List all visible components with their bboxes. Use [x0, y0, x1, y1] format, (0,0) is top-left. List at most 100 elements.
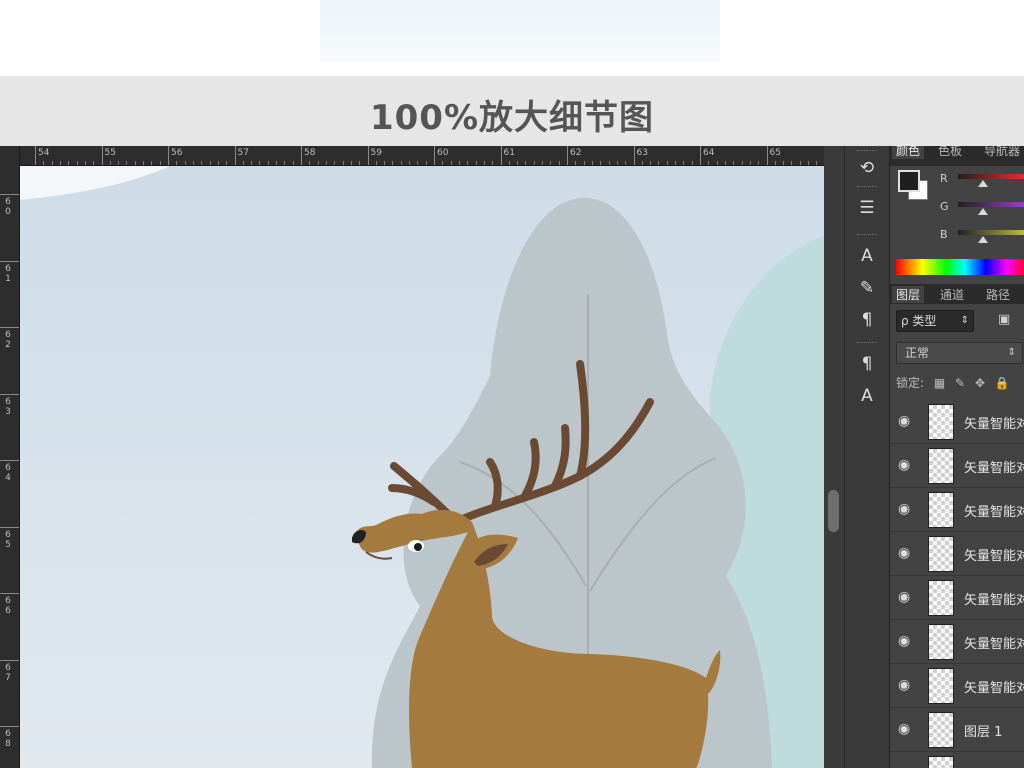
ruler-minor-tick	[151, 161, 153, 165]
tab-swatches[interactable]: 色板	[938, 146, 962, 159]
blend-mode-select[interactable]: 正常 ⇕	[896, 342, 1023, 364]
ruler-minor-tick	[791, 161, 793, 165]
illustration	[20, 166, 824, 768]
dock-grip[interactable]	[857, 186, 877, 189]
tab-channels[interactable]: 通道	[940, 286, 964, 303]
lock-row: 锁定: ▦ ✎ ✥ 🔒	[896, 374, 1024, 392]
eye-icon[interactable]: ◉	[898, 721, 920, 737]
detail-banner: 100%放大细节图	[0, 76, 1024, 146]
blue-slider-track[interactable]	[958, 230, 1024, 235]
eye-icon[interactable]: ◉	[898, 501, 920, 517]
eye-icon[interactable]: ◉	[898, 677, 920, 693]
ruler-major-tick	[0, 194, 19, 195]
ruler-left-label: 4	[5, 473, 11, 483]
eye-icon[interactable]: ◉	[898, 413, 920, 429]
right-panels: 颜色 色板 导航器 R G B 图层 通道 路径 ρ 类型 ⇕ ▣ 正常 ⇕ 锁…	[889, 146, 1024, 768]
history-icon[interactable]: ⟲	[853, 156, 881, 180]
layer-row[interactable]: ◉ 矢量智能对象	[890, 444, 1024, 488]
ruler-minor-tick	[350, 161, 352, 165]
vertical-ruler[interactable]: 606162636465666768	[0, 146, 20, 768]
ruler-minor-tick	[716, 161, 718, 165]
color-spectrum-bar[interactable]	[896, 259, 1024, 275]
ruler-major-tick	[0, 460, 19, 461]
character-style-icon[interactable]: A	[853, 384, 881, 408]
top-artwork-crop	[320, 0, 720, 62]
tab-paths[interactable]: 路径	[986, 286, 1010, 303]
ruler-major-tick	[633, 146, 635, 165]
ruler-minor-tick	[475, 161, 477, 165]
layer-name: 矢量智能对象	[964, 549, 1024, 564]
eye-icon[interactable]: ◉	[898, 457, 920, 473]
ruler-minor-tick	[591, 161, 593, 165]
layers-panel-tabs: 图层 通道 路径	[890, 284, 1024, 304]
foreground-color-swatch[interactable]	[898, 170, 920, 192]
paragraph-style-icon[interactable]: ¶	[853, 352, 881, 376]
tab-layers[interactable]: 图层	[892, 286, 925, 303]
layer-name: 矢量智能对象	[964, 681, 1024, 696]
ruler-minor-tick	[251, 161, 253, 165]
tab-navigator[interactable]: 导航器	[984, 146, 1020, 159]
ruler-top-label: 62	[570, 148, 582, 158]
layer-row[interactable]: ◉ 图层 1	[890, 708, 1024, 752]
horizontal-ruler[interactable]: 54 55 56 57 58 59 60 61 62 63 64 65	[19, 146, 827, 166]
ruler-minor-tick	[483, 161, 485, 165]
blue-slider-knob[interactable]	[977, 236, 988, 243]
layer-name: 矢量智能对象	[964, 417, 1024, 432]
character-icon[interactable]: A	[853, 244, 881, 268]
document-canvas[interactable]	[20, 166, 824, 768]
layer-thumbnail	[928, 580, 954, 616]
actions-icon[interactable]: ☰	[853, 196, 881, 220]
layer-row[interactable]: ◉ 矢量智能对象	[890, 400, 1024, 444]
ruler-top-label: 63	[636, 148, 648, 158]
ruler-top-label: 60	[437, 148, 449, 158]
green-slider-track[interactable]	[958, 202, 1024, 207]
ruler-major-tick	[0, 659, 19, 661]
lock-move-icon[interactable]: ✥	[975, 376, 985, 390]
ruler-minor-tick	[59, 161, 61, 165]
lock-transparency-icon[interactable]: ▦	[934, 376, 945, 390]
layer-row[interactable]: ◉	[890, 752, 1024, 768]
layer-row[interactable]: ◉ 矢量智能对象	[890, 532, 1024, 576]
layer-row[interactable]: ◉ 矢量智能对象	[890, 620, 1024, 664]
ruler-top-label: 64	[703, 148, 715, 158]
ruler-major-tick	[0, 327, 19, 328]
red-slider-track[interactable]	[958, 174, 1024, 179]
lock-all-icon[interactable]: 🔒	[995, 376, 1010, 390]
ruler-minor-tick	[201, 161, 203, 165]
red-slider-knob[interactable]	[977, 180, 988, 187]
layer-row[interactable]: ◉ 矢量智能对象	[890, 488, 1024, 532]
ruler-top-label: 59	[370, 148, 382, 158]
image-filter-icon[interactable]: ▣	[998, 312, 1016, 328]
ruler-minor-tick	[691, 161, 693, 165]
ruler-minor-tick	[176, 161, 178, 165]
ruler-major-tick	[234, 146, 236, 165]
layer-row[interactable]: ◉ 矢量智能对象	[890, 664, 1024, 708]
paragraph-icon[interactable]: ¶	[853, 308, 881, 332]
top-preview-strip	[0, 0, 1024, 76]
tab-color[interactable]: 颜色	[892, 146, 925, 159]
ruler-minor-tick	[525, 161, 527, 165]
ruler-minor-tick	[467, 161, 469, 165]
dock-grip[interactable]	[857, 234, 877, 237]
eye-icon[interactable]: ◉	[898, 589, 920, 605]
ruler-minor-tick	[342, 161, 344, 165]
layer-row[interactable]: ◉ 矢量智能对象	[890, 576, 1024, 620]
ruler-minor-tick	[650, 161, 652, 165]
dock-grip[interactable]	[857, 342, 877, 345]
green-slider-knob[interactable]	[977, 208, 988, 215]
brush-icon[interactable]: ✎	[853, 276, 881, 300]
ruler-top-label: 61	[503, 148, 515, 158]
ruler-minor-tick	[575, 161, 577, 165]
ruler-minor-tick	[492, 161, 494, 165]
scrollbar-thumb[interactable]	[828, 490, 839, 532]
eye-icon[interactable]: ◉	[898, 633, 920, 649]
vertical-scrollbar[interactable]	[824, 146, 844, 768]
lock-brush-icon[interactable]: ✎	[955, 376, 965, 390]
ruler-minor-tick	[783, 161, 785, 165]
layer-filter-dropdown[interactable]: ρ 类型 ⇕	[896, 310, 974, 332]
eye-icon[interactable]: ◉	[898, 545, 920, 561]
dock-grip[interactable]	[857, 150, 877, 153]
ruler-minor-tick	[724, 161, 726, 165]
ruler-minor-tick	[134, 161, 136, 165]
ruler-minor-tick	[675, 161, 676, 165]
